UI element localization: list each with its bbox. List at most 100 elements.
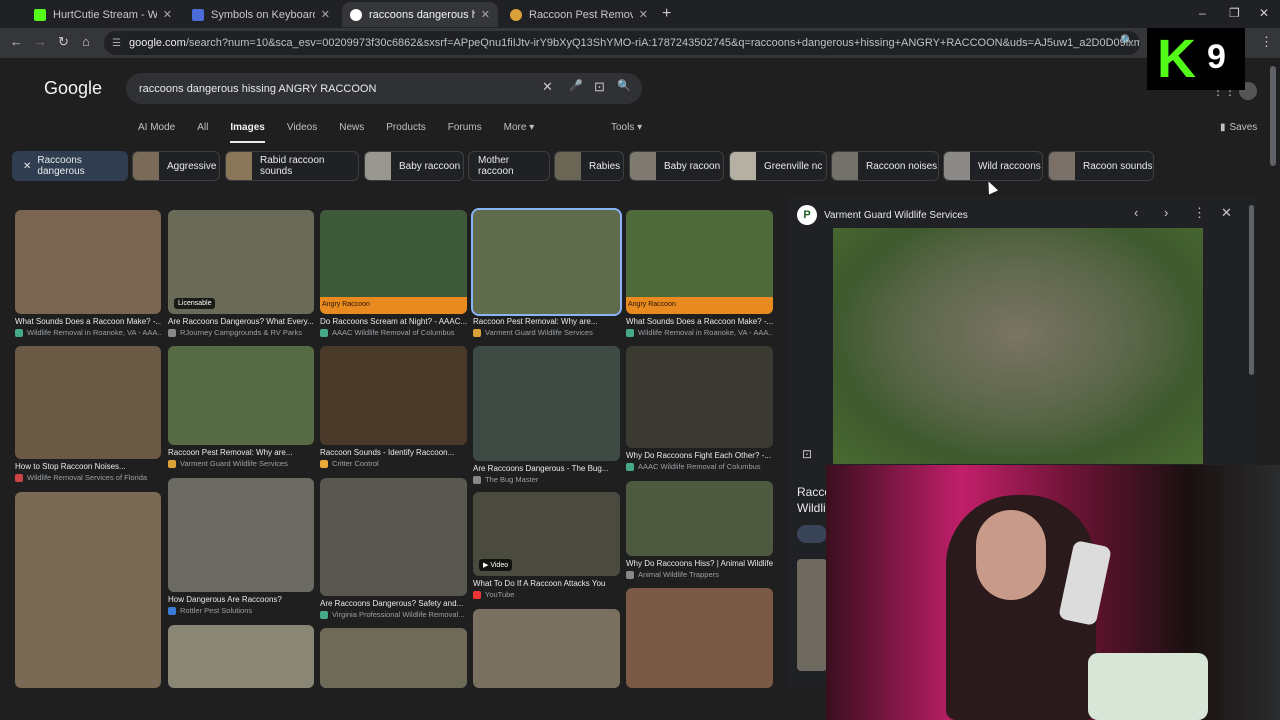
tab-forums[interactable]: Forums [448,122,482,143]
remove-chip-icon[interactable]: ✕ [23,161,31,172]
chip-racoon-sounds[interactable]: Racoon sounds [1048,151,1154,181]
result-thumbnail[interactable] [320,628,467,688]
search-input[interactable]: raccoons dangerous hissing ANGRY RACCOON… [126,73,642,104]
tab-google-search[interactable]: raccoons dangerous hissing AN ✕ [342,2,498,27]
google-lens-icon[interactable]: ⊡ [594,79,605,95]
tab-videos[interactable]: Videos [287,122,317,143]
result-caption[interactable]: Are Raccoons Dangerous? What Every... [168,317,314,326]
image-result[interactable] [168,625,314,688]
chip-wild-raccoons[interactable]: Wild raccoons [943,151,1043,181]
image-result[interactable]: Why Do Raccoons Fight Each Other? -... A… [626,346,773,471]
chip-mother-raccoon[interactable]: Mother raccoon [468,151,550,181]
result-caption[interactable]: Are Raccoons Dangerous? Safety and... [320,599,467,608]
result-caption[interactable]: Raccoon Pest Removal: Why are... [473,317,620,326]
result-caption[interactable]: What Sounds Does a Raccoon Make? -... [15,317,161,326]
page-scrollbar[interactable] [1270,66,1276,166]
image-result[interactable]: How Dangerous Are Raccoons? Rottler Pest… [168,478,314,615]
site-info-icon[interactable]: ☰ [112,38,121,49]
tab-raccoon-pest[interactable]: Raccoon Pest Removal: Why are ✕ [502,2,656,27]
search-icon[interactable]: 🔍 [617,79,631,92]
visit-button[interactable] [797,525,827,543]
close-window-icon[interactable]: ✕ [1259,6,1269,20]
result-thumbnail[interactable] [168,346,314,445]
chip-raccoons-dangerous[interactable]: ✕ Raccoons dangerous [12,151,128,181]
forward-icon[interactable]: → [34,34,47,49]
result-thumbnail[interactable] [320,346,467,445]
close-tab-icon[interactable]: ✕ [639,8,648,21]
chip-raccoon-noises[interactable]: Raccoon noises [831,151,939,181]
result-caption[interactable]: Why Do Raccoons Fight Each Other? -... [626,451,773,460]
chip-rabid-raccoon-sounds[interactable]: Rabid raccoon sounds [225,151,359,181]
reload-icon[interactable]: ↻ [58,34,69,50]
image-result[interactable]: Angry Raccoon Do Raccoons Scream at Nigh… [320,210,467,337]
tab-ai-mode[interactable]: AI Mode [138,122,175,143]
result-thumbnail[interactable] [320,478,467,596]
image-result[interactable]: Licensable Are Raccoons Dangerous? What … [168,210,314,337]
chip-rabies[interactable]: Rabies [554,151,624,181]
tab-products[interactable]: Products [386,122,425,143]
result-thumbnail[interactable] [168,625,314,688]
image-result[interactable]: Raccoon Sounds - Identify Raccoon... Cri… [320,346,467,468]
image-result[interactable]: ▶ Video What To Do If A Raccoon Attacks … [473,492,620,599]
result-caption[interactable]: How to Stop Raccoon Noises... [15,462,161,471]
tools-button[interactable]: Tools ▾ [611,122,642,133]
preview-image[interactable] [833,228,1203,464]
search-inside-image-icon[interactable]: ⊡ [802,447,812,461]
preview-header[interactable]: P Varment Guard Wildlife Services [797,205,968,225]
image-result[interactable]: Are Raccoons Dangerous? Safety and... Vi… [320,478,467,619]
tab-all[interactable]: All [197,122,208,143]
result-caption[interactable]: Raccoon Pest Removal: Why are... [168,448,314,457]
image-result[interactable]: Are Raccoons Dangerous - The Bug... The … [473,346,620,484]
zoom-icon[interactable]: 🔍 [1120,34,1134,47]
tab-news[interactable]: News [339,122,364,143]
google-logo[interactable]: Google [44,78,102,99]
browser-menu-icon[interactable]: ⋮ [1260,34,1273,50]
chip-baby-racoon[interactable]: Baby racoon [629,151,724,181]
result-thumbnail[interactable] [15,210,161,314]
restore-icon[interactable]: ❐ [1229,6,1240,20]
result-thumbnail[interactable]: Angry Raccoon [320,210,467,314]
result-caption[interactable]: Why Do Raccoons Hiss? | Animal Wildlife.… [626,559,773,568]
tab-symbols[interactable]: Symbols on Keyboard (shortcut ✕ [184,2,338,27]
next-result-icon[interactable]: › [1164,205,1168,220]
related-image[interactable] [797,559,827,671]
panel-scrollbar[interactable] [1249,205,1254,375]
tab-more[interactable]: More ▾ [504,122,535,143]
result-thumbnail[interactable] [626,481,773,556]
image-result[interactable]: Angry Raccoon What Sounds Does a Raccoon… [626,210,773,337]
image-result[interactable] [626,588,773,688]
result-thumbnail[interactable] [626,588,773,688]
chip-greenville-nc[interactable]: Greenville nc [729,151,827,181]
result-thumbnail[interactable] [471,208,622,316]
result-thumbnail[interactable] [473,346,620,461]
home-icon[interactable]: ⌂ [82,34,90,49]
close-preview-icon[interactable]: ✕ [1221,205,1232,221]
image-result[interactable]: Why Do Raccoons Hiss? | Animal Wildlife.… [626,481,773,579]
result-caption[interactable]: How Dangerous Are Raccoons? [168,595,314,604]
new-tab-button[interactable]: + [662,5,671,23]
chip-baby-raccoon[interactable]: Baby raccoon [364,151,464,181]
image-result-selected[interactable]: Raccoon Pest Removal: Why are... Varment… [471,208,622,337]
result-caption[interactable]: What Sounds Does a Raccoon Make? -... [626,317,773,326]
image-result[interactable] [320,628,467,688]
close-tab-icon[interactable]: ✕ [163,8,172,21]
microphone-icon[interactable]: 🎤 [569,79,583,92]
result-caption[interactable]: Do Raccoons Scream at Night? - AAAC... [320,317,467,326]
result-thumbnail[interactable]: Licensable [168,210,314,314]
image-result[interactable]: What Sounds Does a Raccoon Make? -... Wi… [15,210,161,337]
result-thumbnail[interactable] [15,346,161,459]
result-thumbnail[interactable] [626,346,773,448]
close-tab-icon[interactable]: ✕ [321,8,330,21]
chip-aggressive[interactable]: Aggressive [132,151,220,181]
result-thumbnail[interactable]: Angry Raccoon [626,210,773,314]
result-caption[interactable]: What To Do If A Raccoon Attacks You [473,579,620,588]
address-bar[interactable]: ☰ google.com/search?num=10&sca_esv=00209… [104,31,1140,55]
result-thumbnail[interactable]: ▶ Video [473,492,620,576]
close-tab-icon[interactable]: ✕ [481,8,490,21]
image-result[interactable] [15,492,161,688]
image-result[interactable]: Raccoon Pest Removal: Why are... Varment… [168,346,314,468]
result-thumbnail[interactable] [473,609,620,688]
tab-images[interactable]: Images [230,122,265,143]
more-options-icon[interactable]: ⋮ [1193,205,1206,221]
previous-result-icon[interactable]: ‹ [1134,205,1138,220]
